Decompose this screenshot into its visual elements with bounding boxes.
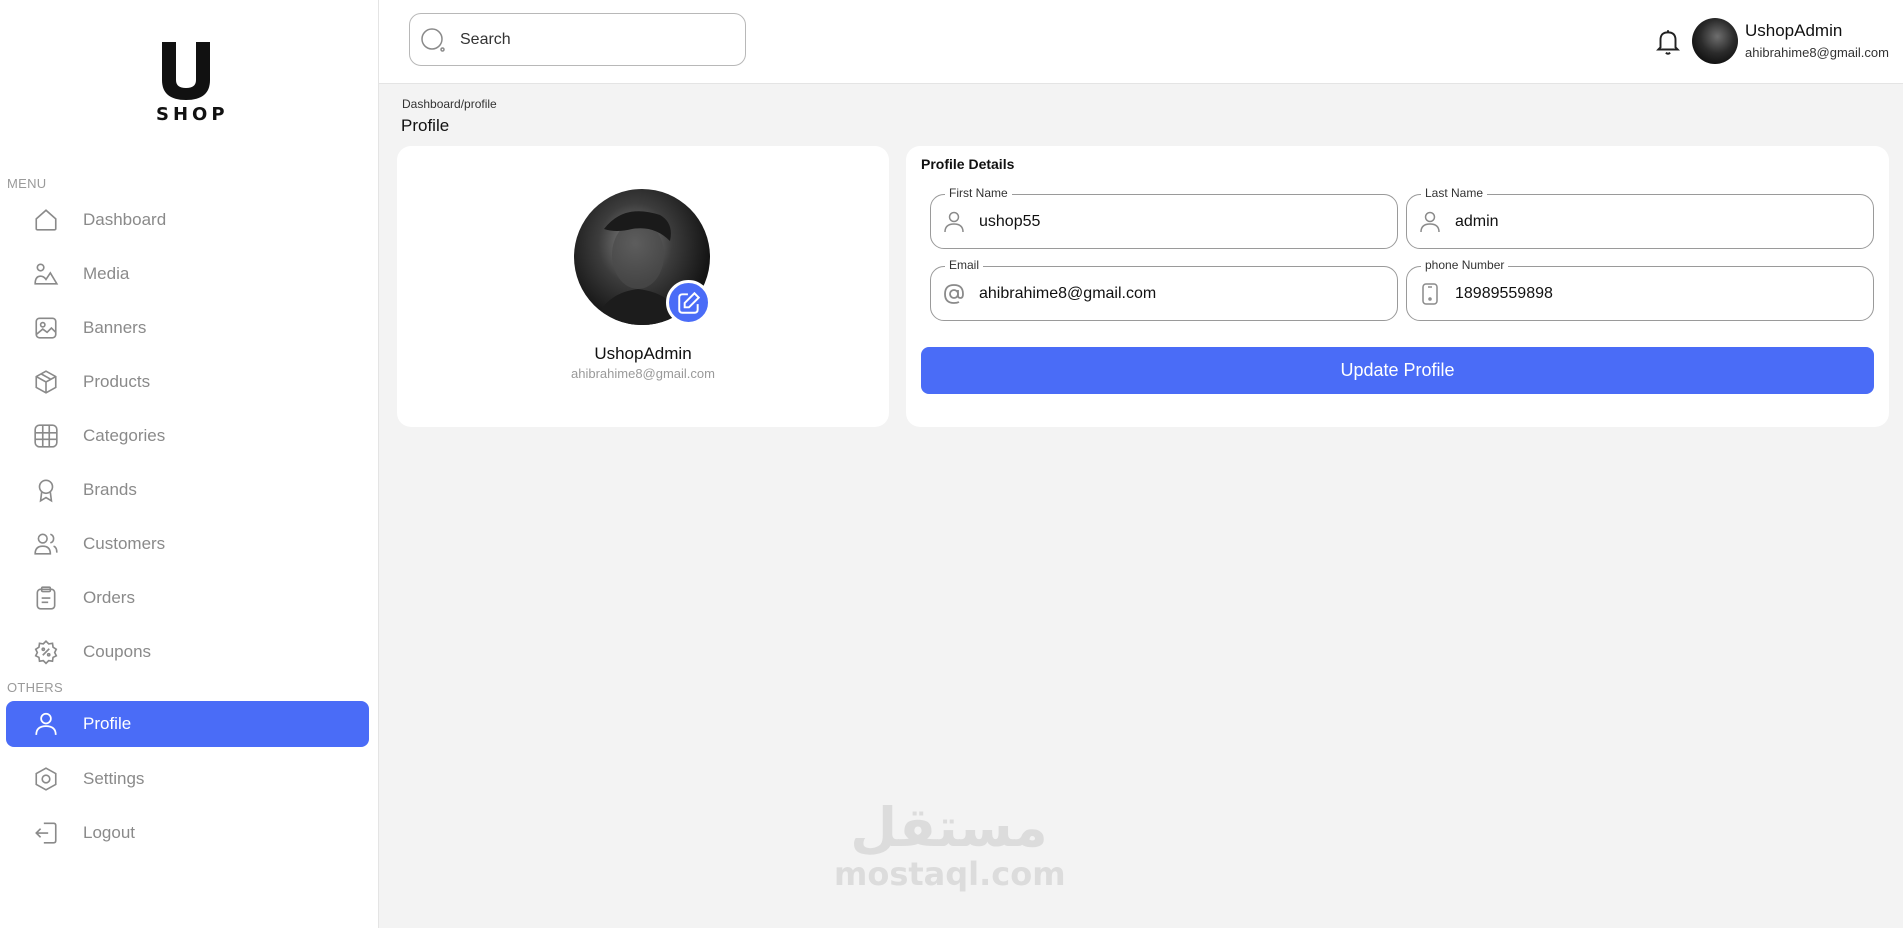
media-icon	[32, 260, 60, 288]
sidebar-item-label: Media	[83, 264, 130, 283]
update-profile-button[interactable]: Update Profile	[921, 347, 1874, 394]
sidebar-item-profile[interactable]: Profile	[6, 701, 369, 747]
sidebar-item-banners[interactable]: Banners	[6, 305, 369, 351]
sidebar-item-orders[interactable]: Orders	[6, 575, 369, 621]
sidebar-item-settings[interactable]: Settings	[6, 756, 369, 802]
email-input[interactable]	[979, 284, 1379, 303]
watermark-latin: mostaql.com	[834, 855, 1066, 893]
notification-bell-icon[interactable]	[1655, 27, 1681, 57]
sidebar-item-categories[interactable]: Categories	[6, 413, 369, 459]
first-name-label: First Name	[945, 186, 1012, 200]
search-icon	[420, 27, 446, 53]
edit-icon	[677, 291, 700, 314]
award-icon	[32, 476, 60, 504]
sidebar-item-label: Coupons	[83, 642, 152, 661]
edit-avatar-button[interactable]	[666, 280, 711, 325]
sidebar-item-label: Banners	[83, 318, 147, 337]
users-icon	[32, 530, 60, 558]
header-user-name: UshopAdmin	[1745, 21, 1843, 40]
sidebar-item-customers[interactable]: Customers	[6, 521, 369, 567]
sidebar-item-media[interactable]: Media	[6, 251, 369, 297]
profile-details-title: Profile Details	[921, 156, 1015, 172]
sidebar-item-label: Dashboard	[83, 210, 167, 229]
home-icon	[32, 206, 60, 234]
sidebar-item-label: Profile	[83, 714, 132, 733]
logo-u-icon	[162, 42, 210, 100]
at-sign-icon	[941, 281, 967, 307]
sidebar-item-coupons[interactable]: Coupons	[6, 629, 369, 675]
first-name-input[interactable]	[979, 212, 1379, 231]
last-name-input[interactable]	[1455, 212, 1855, 231]
first-name-field[interactable]: First Name	[930, 186, 1398, 249]
logo-text: SHOP	[156, 104, 229, 125]
sidebar-item-label: Customers	[83, 534, 166, 553]
sidebar-item-logout[interactable]: Logout	[6, 810, 369, 856]
sidebar-item-dashboard[interactable]: Dashboard	[6, 197, 369, 243]
sidebar-item-label: Categories	[83, 426, 166, 445]
clipboard-icon	[32, 584, 60, 612]
last-name-field[interactable]: Last Name	[1406, 186, 1874, 249]
header-user-email: ahibrahime8@gmail.com	[1745, 45, 1889, 60]
user-icon	[32, 710, 60, 738]
box-icon	[32, 368, 60, 396]
sidebar-item-label: Logout	[83, 823, 135, 842]
user-icon	[941, 209, 967, 235]
profile-card: UshopAdmin ahibrahime8@gmail.com	[397, 146, 889, 427]
sidebar: SHOP MENU Dashboard Media Banners Produc…	[0, 0, 379, 928]
brand-logo[interactable]: SHOP	[152, 40, 229, 125]
profile-name: UshopAdmin	[594, 344, 692, 363]
user-icon	[1417, 209, 1443, 235]
page-title: Profile	[401, 116, 450, 135]
sidebar-item-products[interactable]: Products	[6, 359, 369, 405]
menu-section-label: MENU	[7, 176, 47, 191]
email-field[interactable]: Email	[930, 258, 1398, 321]
sidebar-item-label: Products	[83, 372, 151, 391]
phone-label: phone Number	[1421, 258, 1509, 272]
logout-icon	[32, 819, 60, 847]
watermark: مستقل mostaql.com	[834, 796, 1066, 893]
profile-email: ahibrahime8@gmail.com	[571, 366, 715, 381]
sidebar-item-label: Orders	[83, 588, 135, 607]
email-label: Email	[945, 258, 984, 272]
image-icon	[32, 314, 60, 342]
coupon-icon	[32, 638, 60, 666]
phone-icon	[1417, 281, 1443, 307]
search-box[interactable]	[409, 13, 746, 66]
header-avatar[interactable]	[1692, 18, 1738, 64]
search-input[interactable]	[460, 30, 720, 49]
phone-field[interactable]: phone Number	[1406, 258, 1874, 321]
profile-details-card: Profile Details First Name Last Name Ema…	[906, 146, 1889, 427]
phone-input[interactable]	[1455, 284, 1855, 303]
others-section-label: OTHERS	[7, 680, 63, 695]
last-name-label: Last Name	[1421, 186, 1488, 200]
top-header: UshopAdmin ahibrahime8@gmail.com	[379, 0, 1903, 84]
breadcrumb: Dashboard/profile	[402, 97, 497, 111]
sidebar-item-label: Brands	[83, 480, 137, 499]
grid-icon	[32, 422, 60, 450]
watermark-arabic: مستقل	[850, 796, 1048, 859]
settings-icon	[32, 765, 60, 793]
sidebar-item-label: Settings	[83, 769, 145, 788]
sidebar-item-brands[interactable]: Brands	[6, 467, 369, 513]
